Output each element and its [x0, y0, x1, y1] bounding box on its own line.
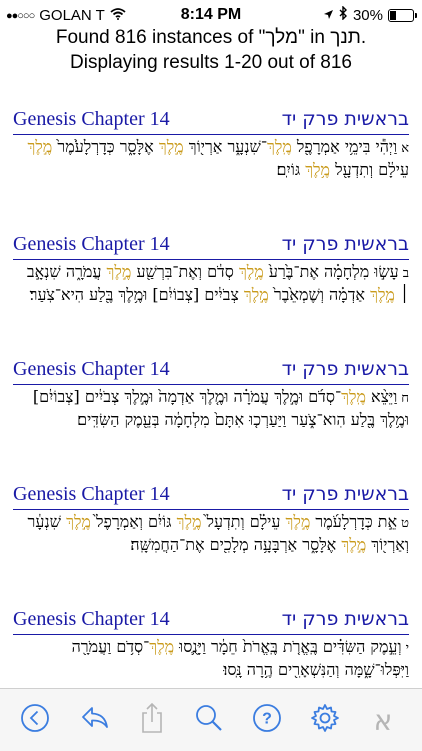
highlighted-match: מֶ֣לֶךְ [176, 512, 202, 531]
battery-percent: 30% [352, 6, 383, 24]
verse-segment: אֵ֣ת כְּדָרְלָעֹ֜מֶר [310, 512, 398, 531]
chapter-link-english[interactable]: Genesis Chapter 14 [13, 608, 170, 631]
verse-segment: ־שִׁנְעָ֑ר אַרְי֖וֹךְ [183, 137, 268, 156]
battery-tip [415, 12, 417, 18]
highlighted-match: מֶֽלֶךְ [341, 387, 366, 406]
result-item[interactable]: Genesis Chapter 14 בראשית פרק יד חוַיֵּצֵ֨… [0, 350, 422, 475]
verse-text: בעָשׂ֣וּ מִלְחָמָ֗ה אֶת־בֶּ֙רַע֙ מֶ֣לֶךְ… [13, 261, 409, 305]
highlighted-match: מֶֽלֶךְ [267, 137, 292, 156]
bluetooth-icon [339, 5, 348, 24]
result-header[interactable]: Genesis Chapter 14 בראשית פרק יד [13, 358, 409, 385]
verse-number: ח [401, 391, 409, 406]
highlighted-match: מֶ֣לֶךְ [66, 512, 91, 531]
chapter-link-english[interactable]: Genesis Chapter 14 [13, 233, 170, 256]
chapter-link-hebrew[interactable]: בראשית פרק יד [282, 233, 409, 255]
verse-text: יוְעֵ֣מֶק הַשִּׂדִּ֗ים בֶּֽאֱרֹ֤ת בֶּֽאֱ… [13, 636, 409, 680]
result-header[interactable]: Genesis Chapter 14 בראשית פרק יד [13, 483, 409, 510]
highlighted-match: מֶ֣לֶךְ [238, 262, 264, 281]
help-button[interactable]: ? [250, 703, 284, 737]
result-item[interactable]: Genesis Chapter 14 בראשית פרק יד אוַיְהִ֕י… [0, 100, 422, 225]
svg-text:?: ? [262, 711, 272, 728]
verse-segment: עָשׂ֣וּ מִלְחָמָ֗ה אֶת־בֶּ֙רַע֙ [263, 262, 399, 281]
search-button[interactable] [192, 703, 226, 737]
result-header[interactable]: Genesis Chapter 14 בראשית פרק יד [13, 233, 409, 260]
verse-segment: עֵילָ֔ם וְתִדְעָ֖ל [330, 160, 409, 179]
verse-text: אוַיְהִ֕י בִּימֵ֥י אַמְרָפֶ֖ל מֶֽלֶךְ־שִ… [13, 136, 409, 180]
result-item[interactable]: Genesis Chapter 14 בראשית פרק יד טאֵ֣ת כְּ… [0, 475, 422, 600]
settings-button[interactable] [308, 703, 342, 737]
highlighted-match: מֶ֣לֶךְ [243, 285, 269, 304]
share-button[interactable] [135, 702, 169, 738]
chapter-link-english[interactable]: Genesis Chapter 14 [13, 483, 170, 506]
verse-number: א [401, 141, 409, 156]
verse-number: ט [401, 516, 409, 531]
verse-segment: וְעֵ֣מֶק הַשִּׂדִּ֗ים בֶּֽאֱרֹ֤ת בֶּֽאֱר… [174, 637, 402, 656]
highlighted-match: מֶ֣לֶךְ [27, 137, 53, 156]
reply-button[interactable] [78, 703, 112, 737]
chapter-link-english[interactable]: Genesis Chapter 14 [13, 358, 170, 381]
highlighted-match: מֶ֣לֶךְ [285, 512, 311, 531]
status-right: 30% [323, 5, 417, 24]
highlighted-match: מֶ֣לֶךְ [341, 535, 367, 554]
highlighted-match: מֶ֥לֶךְ [305, 160, 331, 179]
hebrew-alef-icon: א [373, 703, 393, 737]
battery-level [390, 10, 396, 20]
search-icon [194, 703, 224, 737]
reply-icon [80, 705, 110, 735]
verse-number: ב [402, 266, 409, 281]
share-icon [139, 702, 165, 738]
verse-segment: וַיֵּצֵ֨א [365, 387, 398, 406]
results-found-text: Found 816 instances of "מלך" in תנך. [55, 27, 367, 48]
verse-text: חוַיֵּצֵ֨א מֶֽלֶךְ־סְדֹ֜ם וּמֶ֣לֶךְ עֲמֹ… [13, 386, 409, 430]
location-arrow-icon [323, 7, 334, 24]
highlighted-match: מֶ֣לֶךְ [370, 285, 395, 304]
chapter-link-hebrew[interactable]: בראשית פרק יד [282, 483, 409, 505]
bottom-toolbar: ? א [0, 688, 422, 751]
help-icon: ? [252, 703, 282, 737]
verse-segment: אֶלָּסָ֑ר כְּדָרְלָעֹ֙מֶר֙ [52, 137, 159, 156]
settings-icon [310, 703, 340, 737]
verse-segment: גּוֹיִ֔ם וְאַמְרָפֶל֙ [90, 512, 177, 531]
results-list[interactable]: Genesis Chapter 14 בראשית פרק יד אוַיְהִ֕י… [0, 100, 422, 688]
chapter-link-english[interactable]: Genesis Chapter 14 [13, 108, 170, 131]
verse-segment: אַדְמָ֗ה וְשֶׁמְאֵ֙בֶר֙ [268, 285, 371, 304]
highlighted-match: מֶ֣לֶךְ [158, 137, 184, 156]
highlighted-match: מֶ֣לֶךְ [106, 262, 132, 281]
back-button[interactable] [18, 703, 52, 737]
battery-icon [388, 8, 417, 22]
verse-segment: עֵילָ֗ם וְתִדְעָל֙ [201, 512, 286, 531]
verse-segment: וַיְהִ֕י בִּימֵ֥י אַמְרָפֶ֖ל [291, 137, 398, 156]
verse-number: י [405, 641, 409, 656]
result-header[interactable]: Genesis Chapter 14 בראשית פרק יד [13, 608, 409, 635]
chapter-link-hebrew[interactable]: בראשית פרק יד [282, 358, 409, 380]
hebrew-keyboard-button[interactable]: א [366, 703, 400, 737]
chapter-link-hebrew[interactable]: בראשית פרק יד [282, 108, 409, 130]
result-item[interactable]: Genesis Chapter 14 בראשית פרק יד בעָשׂ֣וּ … [0, 225, 422, 350]
highlighted-match: מֶֽלֶךְ [149, 637, 175, 656]
verse-segment: צְבֹיִ֔ים [צְבוֹיִ֔ם] וּמֶ֥לֶךְ בֶּ֖לַע … [29, 285, 244, 304]
results-summary: Found 816 instances of "מלך" in תנך. Dis… [0, 25, 422, 75]
result-item[interactable]: Genesis Chapter 14 בראשית פרק יד יוְעֵ֣מֶק… [0, 600, 422, 688]
back-circle-icon [20, 703, 50, 737]
verse-segment: אֶלָּסָ֑ר אַרְבָּעָ֥ה מְלָכִ֖ים אֶת־הַחֲ… [130, 535, 342, 554]
chapter-link-hebrew[interactable]: בראשית פרק יד [282, 608, 409, 630]
verse-text: טאֵ֣ת כְּדָרְלָעֹ֜מֶר מֶ֣לֶךְ עֵילָ֗ם וְ… [13, 511, 409, 555]
results-range-text: Displaying results 1-20 out of 816 [70, 52, 352, 73]
result-header[interactable]: Genesis Chapter 14 בראשית פרק יד [13, 108, 409, 135]
verse-segment: גּוֹיִֽם׃ [276, 160, 306, 179]
verse-segment: סְדֹ֔ם וְאֶת־בִּרְשַׁ֖ע [131, 262, 239, 281]
